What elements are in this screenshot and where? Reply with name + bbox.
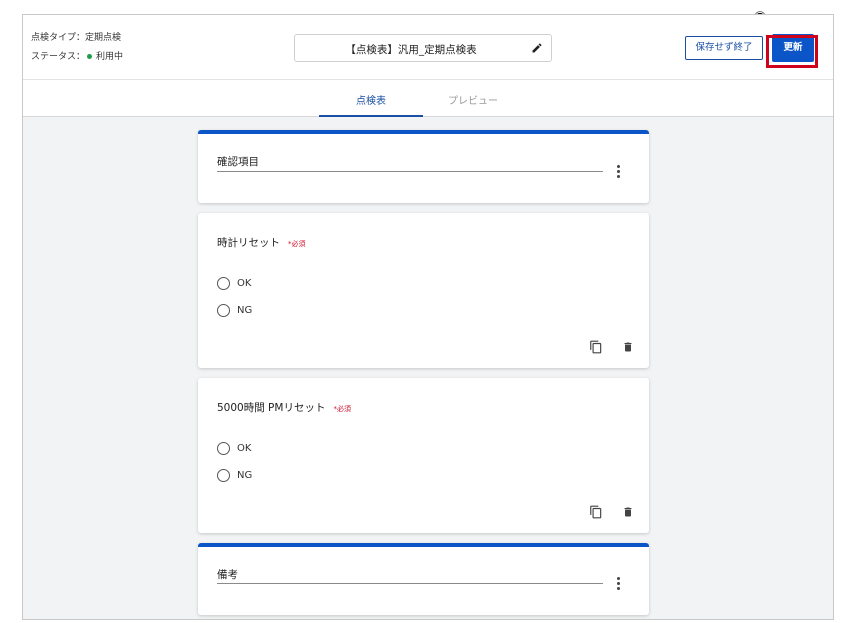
radio-icon[interactable] (217, 304, 230, 317)
confirm-item-underline (217, 171, 603, 172)
option-ok[interactable]: OK (217, 442, 251, 455)
pencil-icon[interactable] (531, 42, 543, 54)
option-label: NG (237, 305, 253, 316)
header-info: 点検タイプ：定期点検 ステータス： 利用中 (31, 29, 123, 67)
tab-checklist[interactable]: 点検表 (319, 92, 423, 107)
notes-card: 備考 (198, 543, 649, 615)
active-tab-indicator (319, 115, 423, 117)
question-card-1: 時計リセット *必須 OK NG (198, 213, 649, 368)
status-line: ステータス： 利用中 (31, 48, 123, 67)
option-label: NG (237, 470, 253, 481)
header: 点検タイプ：定期点検 ステータス： 利用中 【点検表】汎用_定期点検表 保存せず終… (23, 15, 833, 79)
title-field[interactable]: 【点検表】汎用_定期点検表 (294, 34, 552, 62)
radio-icon[interactable] (217, 469, 230, 482)
question-card-2: 5000時間 PMリセット *必須 OK NG (198, 378, 649, 533)
option-label: OK (237, 278, 252, 289)
exit-without-saving-button[interactable]: 保存せず終了 (685, 36, 763, 60)
notes-label[interactable]: 備考 (217, 567, 238, 582)
confirm-item-card: 確認項目 (198, 130, 649, 203)
tab-preview[interactable]: プレビュー (421, 92, 525, 107)
annotation-highlight-box (766, 35, 818, 68)
question-title-text: 時計リセット (217, 237, 280, 249)
app-window: 点検タイプ：定期点検 ステータス： 利用中 【点検表】汎用_定期点検表 保存せず終… (22, 14, 834, 620)
notes-underline (217, 583, 603, 584)
title-text: 【点検表】汎用_定期点検表 (345, 44, 477, 56)
confirm-item-label[interactable]: 確認項目 (217, 154, 259, 169)
trash-icon[interactable] (622, 340, 634, 354)
inspection-type: 点検タイプ：定期点検 (31, 33, 122, 43)
question-title-2: 5000時間 PMリセット *必須 (217, 400, 351, 415)
required-badge: *必須 (333, 405, 351, 413)
required-badge: *必須 (288, 240, 306, 248)
status-dot-icon (87, 53, 93, 59)
option-ok[interactable]: OK (217, 277, 251, 290)
trash-icon[interactable] (622, 505, 634, 519)
option-label: OK (237, 443, 252, 454)
tab-bar: 点検表 プレビュー (23, 79, 833, 117)
option-ng[interactable]: NG (217, 304, 252, 317)
more-options-icon[interactable] (613, 577, 623, 591)
status-value: 利用中 (96, 52, 124, 62)
option-ng[interactable]: NG (217, 469, 252, 482)
radio-icon[interactable] (217, 277, 230, 290)
question-title-text: 5000時間 PMリセット (217, 402, 326, 414)
question-title-1: 時計リセット *必須 (217, 235, 306, 250)
more-options-icon[interactable] (613, 165, 623, 179)
radio-icon[interactable] (217, 442, 230, 455)
copy-icon[interactable] (589, 505, 603, 519)
copy-icon[interactable] (589, 340, 603, 354)
status-label: ステータス： (31, 52, 86, 62)
